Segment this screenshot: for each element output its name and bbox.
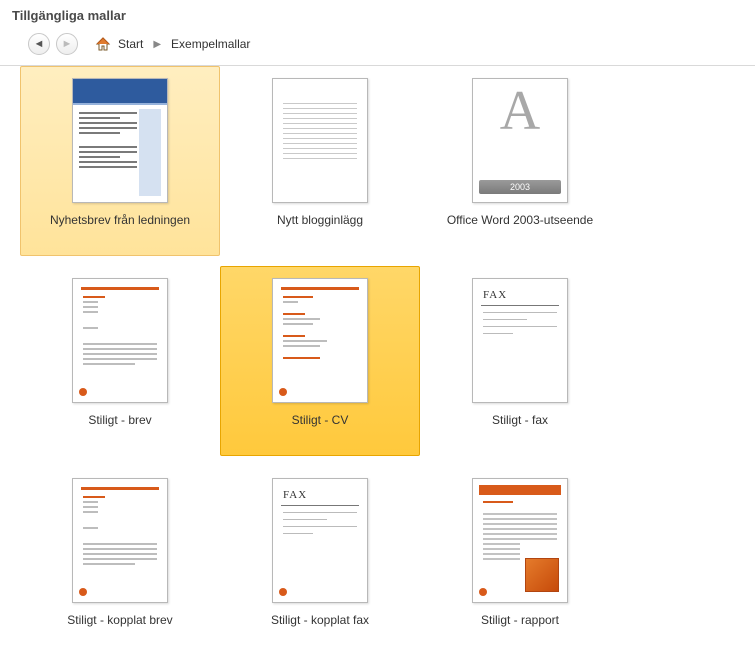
template-thumb	[72, 478, 168, 603]
breadcrumb-current[interactable]: Exempelmallar	[171, 37, 250, 51]
page-title: Tillgängliga mallar	[12, 8, 743, 23]
fax-label: FAX	[283, 489, 367, 501]
template-thumb	[72, 278, 168, 403]
template-thumb	[472, 478, 568, 603]
template-stiligt-kopplat-brev[interactable]: Stiligt - kopplat brev	[20, 466, 220, 656]
template-stiligt-brev[interactable]: Stiligt - brev	[20, 266, 220, 456]
template-label: Stiligt - rapport	[481, 613, 559, 627]
template-stiligt-fax[interactable]: FAX Stiligt - fax	[420, 266, 620, 456]
template-newsletter[interactable]: Nyhetsbrev från ledningen	[20, 66, 220, 256]
template-label: Office Word 2003-utseende	[447, 213, 593, 227]
template-label: Nytt blogginlägg	[277, 213, 363, 227]
template-thumb	[272, 78, 368, 203]
letter-a-icon: A	[473, 83, 567, 139]
template-thumb	[72, 78, 168, 203]
template-word2003[interactable]: A 2003 Office Word 2003-utseende	[420, 66, 620, 256]
arrow-right-icon: ►	[62, 38, 73, 50]
home-icon[interactable]	[94, 35, 112, 53]
nav-forward-button[interactable]: ►	[56, 33, 78, 55]
template-thumb: A 2003	[472, 78, 568, 203]
arrow-left-icon: ◄	[34, 38, 45, 50]
template-stiligt-rapport[interactable]: Stiligt - rapport	[420, 466, 620, 656]
template-label: Stiligt - kopplat brev	[67, 613, 172, 627]
template-label: Stiligt - CV	[292, 413, 349, 427]
breadcrumb-home[interactable]: Start	[118, 37, 143, 51]
breadcrumb: ◄ ► Start ▶ Exempelmallar	[0, 27, 755, 66]
template-label: Nyhetsbrev från ledningen	[50, 213, 190, 227]
chevron-right-icon: ▶	[153, 39, 161, 50]
template-grid: Nyhetsbrev från ledningen Nytt blogginlä…	[0, 66, 755, 666]
template-label: Stiligt - fax	[492, 413, 548, 427]
year-badge: 2003	[479, 180, 561, 194]
template-stiligt-kopplat-fax[interactable]: FAX Stiligt - kopplat fax	[220, 466, 420, 656]
template-thumb	[272, 278, 368, 403]
flower-image-icon	[525, 558, 559, 592]
template-thumb: FAX	[272, 478, 368, 603]
nav-back-button[interactable]: ◄	[28, 33, 50, 55]
fax-label: FAX	[483, 289, 567, 301]
template-label: Stiligt - brev	[88, 413, 151, 427]
template-blog-post[interactable]: Nytt blogginlägg	[220, 66, 420, 256]
header: Tillgängliga mallar	[0, 0, 755, 27]
template-stiligt-cv[interactable]: Stiligt - CV	[220, 266, 420, 456]
template-label: Stiligt - kopplat fax	[271, 613, 369, 627]
template-thumb: FAX	[472, 278, 568, 403]
